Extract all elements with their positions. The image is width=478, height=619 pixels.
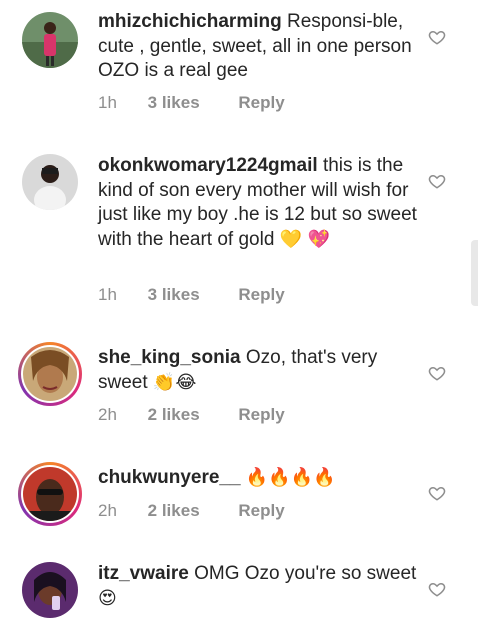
- comment-likes[interactable]: 2 likes: [148, 501, 200, 521]
- comment-username[interactable]: chukwunyere__: [98, 467, 241, 488]
- comment-text-block: chukwunyere__ 🔥🔥🔥🔥: [98, 466, 418, 491]
- comment-emoji: 💛 💖: [279, 228, 331, 250]
- avatar[interactable]: [23, 347, 77, 401]
- comment-text-block: okonkwomary1224gmail this is the kind of…: [98, 154, 418, 252]
- comment-time: 1h: [98, 93, 117, 112]
- avatar[interactable]: [23, 467, 77, 521]
- comment-meta: 1h 3 likes Reply: [98, 93, 285, 113]
- heart-outline-icon[interactable]: [428, 580, 446, 598]
- comment-likes[interactable]: 3 likes: [148, 285, 200, 305]
- comment-meta: 2h 2 likes Reply: [98, 501, 285, 521]
- comment-text-block: mhizchichicharming Responsi-ble, cute , …: [98, 10, 418, 84]
- comment-emoji: 👏😂: [152, 371, 197, 393]
- comment-text-block: she_king_sonia Ozo, that's very sweet 👏😂: [98, 346, 418, 395]
- comment-body: OMG Ozo you're so sweet: [194, 563, 417, 584]
- reply-button[interactable]: Reply: [238, 285, 284, 305]
- comment-username[interactable]: mhizchichicharming: [98, 11, 282, 32]
- reply-button[interactable]: Reply: [238, 405, 284, 425]
- story-ring[interactable]: [18, 342, 82, 406]
- comment-username[interactable]: she_king_sonia: [98, 347, 241, 368]
- comment-username[interactable]: itz_vwaire: [98, 563, 189, 584]
- comment-emoji: 🔥🔥🔥🔥: [245, 467, 336, 488]
- comment-username[interactable]: okonkwomary1224gmail: [98, 155, 318, 176]
- reply-button[interactable]: Reply: [238, 93, 284, 113]
- heart-outline-icon[interactable]: [428, 484, 446, 502]
- heart-outline-icon[interactable]: [428, 364, 446, 382]
- avatar[interactable]: [22, 562, 78, 618]
- reply-button[interactable]: Reply: [238, 501, 284, 521]
- heart-outline-icon[interactable]: [428, 172, 446, 190]
- comment-text-block: itz_vwaire OMG Ozo you're so sweet 😍: [98, 562, 418, 611]
- avatar[interactable]: [22, 154, 78, 210]
- comment-meta: 1h 3 likes Reply: [98, 285, 285, 305]
- comment-emoji: 😍: [98, 587, 117, 609]
- comment-time: 2h: [98, 501, 117, 520]
- comment-time: 1h: [98, 285, 117, 304]
- comment-meta: 2h 2 likes Reply: [98, 405, 285, 425]
- heart-outline-icon[interactable]: [428, 28, 446, 46]
- scrollbar[interactable]: [471, 240, 478, 306]
- comment-likes[interactable]: 3 likes: [148, 93, 200, 113]
- avatar[interactable]: [22, 12, 78, 68]
- comment-time: 2h: [98, 405, 117, 424]
- comment-likes[interactable]: 2 likes: [148, 405, 200, 425]
- story-ring[interactable]: [18, 462, 82, 526]
